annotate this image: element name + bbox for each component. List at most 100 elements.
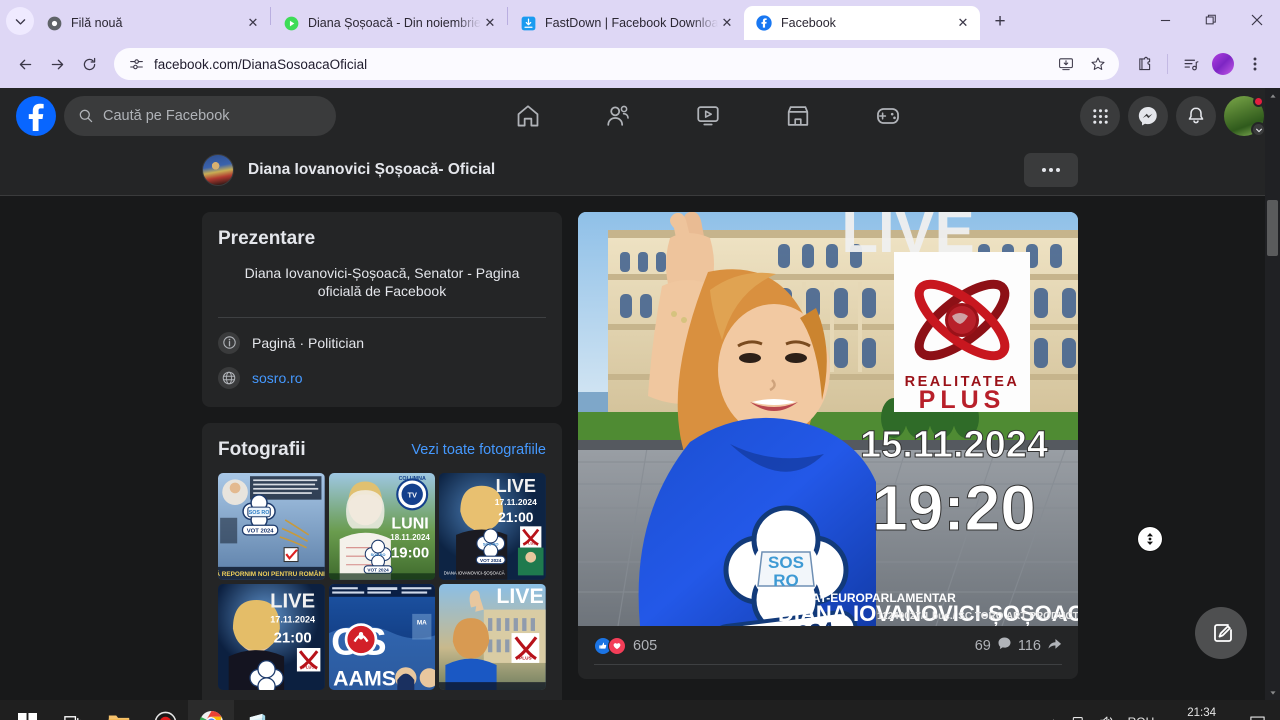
- notifications-bell-icon[interactable]: [1176, 96, 1216, 136]
- messenger-icon[interactable]: [1128, 96, 1168, 136]
- volume-icon[interactable]: [1093, 700, 1119, 720]
- video-icon[interactable]: [684, 96, 732, 136]
- install-app-icon[interactable]: [1051, 49, 1081, 79]
- info-icon: [218, 331, 240, 354]
- about-category-row[interactable]: Pagină · Politician: [218, 331, 546, 354]
- profile-avatar-button[interactable]: [1208, 49, 1238, 79]
- post-action-bar[interactable]: [578, 665, 1078, 679]
- svg-text:MA: MA: [416, 619, 426, 626]
- start-button[interactable]: [4, 700, 50, 720]
- extensions-icon[interactable]: [1129, 49, 1159, 79]
- chrome-button[interactable]: [188, 700, 234, 720]
- photo-thumbnail[interactable]: SOS RO VOT 2024 SĂ REPORNIM NOI PENTRU R…: [218, 472, 325, 580]
- play-green-icon: [283, 15, 299, 31]
- clock-time: 21:34: [1187, 707, 1217, 720]
- photo-thumbnail[interactable]: OS AAMSE MA: [328, 583, 436, 691]
- see-all-photos-link[interactable]: Vezi toate fotografiile: [411, 442, 546, 458]
- love-reaction-icon: [608, 637, 626, 655]
- svg-text:SOS RO: SOS RO: [483, 541, 499, 546]
- window-controls: [1142, 0, 1280, 40]
- marketplace-icon[interactable]: [774, 96, 822, 136]
- search-placeholder: Caută pe Facebook: [103, 108, 230, 124]
- search-icon: [78, 108, 94, 124]
- svg-text:SĂ REPORNIM NOI PENTRU ROMÂNIA: SĂ REPORNIM NOI PENTRU ROMÂNIA!: [218, 569, 325, 578]
- chrome-menu-icon[interactable]: [1240, 49, 1270, 79]
- window-minimize-button[interactable]: [1142, 0, 1188, 40]
- show-hidden-icons-button[interactable]: [1041, 700, 1067, 720]
- scroll-up-arrow-icon[interactable]: [1265, 88, 1280, 103]
- new-tab-button[interactable]: +: [986, 8, 1014, 36]
- tab-close-icon[interactable]: ✕: [481, 14, 499, 32]
- share-icon: [1047, 636, 1062, 656]
- page-more-options-button[interactable]: [1024, 152, 1078, 187]
- reload-button[interactable]: [74, 49, 104, 79]
- tab-close-icon[interactable]: ✕: [718, 14, 736, 32]
- tab-close-icon[interactable]: ✕: [954, 14, 972, 32]
- task-view-button[interactable]: [50, 700, 96, 720]
- about-website-row[interactable]: sosro.ro: [218, 366, 546, 389]
- chevron-down-icon[interactable]: [1251, 122, 1266, 137]
- bookmark-star-icon[interactable]: [1083, 49, 1113, 79]
- about-card: Prezentare Diana Iovanovici-Șoșoacă, Sen…: [202, 212, 562, 407]
- svg-text:19:00: 19:00: [391, 544, 429, 561]
- photo-thumbnail[interactable]: LIVE PLUS: [439, 583, 546, 691]
- tab-search-chevron-icon[interactable]: [6, 7, 34, 35]
- search-input[interactable]: Caută pe Facebook: [64, 96, 336, 136]
- scroll-down-arrow-icon[interactable]: [1265, 685, 1280, 700]
- svg-text:17.11.2024: 17.11.2024: [270, 614, 315, 624]
- action-center-button[interactable]: [1240, 700, 1274, 720]
- avatar: [1212, 53, 1234, 75]
- page-avatar[interactable]: [202, 153, 234, 186]
- scrollbar-thumb[interactable]: [1267, 200, 1278, 256]
- browser-tab-active[interactable]: Facebook ✕: [744, 6, 980, 40]
- network-icon[interactable]: [1067, 700, 1093, 720]
- photo-thumbnail[interactable]: LIVE 17.11.2024 21:00 PLUS SOS RO VOT 20: [439, 472, 546, 580]
- compose-post-button[interactable]: [1195, 607, 1247, 659]
- photo-thumbnail[interactable]: LIVE 17.11.2024 21:00 PLUS: [218, 583, 325, 691]
- facebook-topbar-right: [1080, 96, 1266, 137]
- screen-recorder-button[interactable]: [142, 700, 188, 720]
- page-header-bar: Diana Iovanovici Șoșoacă- Oficial: [0, 144, 1280, 196]
- post-image[interactable]: LIVE REALITATEA PLUS SOS RO 15.11.2024 1…: [578, 212, 1078, 626]
- svg-text:19:20: 19:20: [872, 472, 1036, 544]
- svg-text:PLUS: PLUS: [526, 541, 537, 545]
- notepad-button[interactable]: [234, 700, 280, 720]
- address-bar[interactable]: facebook.com/DianaSosoacaOficial: [114, 48, 1119, 80]
- media-controls-icon[interactable]: [1176, 49, 1206, 79]
- back-button[interactable]: [10, 49, 40, 79]
- comments-count[interactable]: 69: [975, 638, 991, 654]
- file-explorer-button[interactable]: [96, 700, 142, 720]
- page-scrollbar[interactable]: [1265, 88, 1280, 700]
- about-description: Diana Iovanovici-Șoșoacă, Senator - Pagi…: [244, 265, 520, 300]
- window-maximize-button[interactable]: [1188, 0, 1234, 40]
- tab-close-icon[interactable]: ✕: [244, 14, 262, 32]
- user-avatar[interactable]: [1224, 96, 1266, 137]
- reactions-group[interactable]: 605: [594, 637, 657, 655]
- browser-tab[interactable]: Filă nouă ✕: [34, 6, 270, 40]
- language-indicator[interactable]: ROU: [1119, 715, 1164, 720]
- photo-thumbnail[interactable]: TV COLUMNA LUNI 18.11.2024 19:00 SOS RO …: [328, 472, 436, 580]
- svg-text:TV: TV: [407, 490, 417, 499]
- menu-grid-icon[interactable]: [1080, 96, 1120, 136]
- svg-text:21:00: 21:00: [498, 509, 534, 525]
- svg-text:15.11.2024: 15.11.2024: [860, 424, 1048, 466]
- clock[interactable]: 21:34 18.11.2024: [1163, 706, 1240, 720]
- facebook-logo-icon[interactable]: [16, 96, 56, 136]
- svg-text:PLUS: PLUS: [303, 664, 315, 669]
- friends-icon[interactable]: [594, 96, 642, 136]
- omnibox-actions: [1051, 49, 1113, 79]
- gaming-icon[interactable]: [864, 96, 912, 136]
- forward-button[interactable]: [42, 49, 72, 79]
- browser-tab[interactable]: FastDown | Facebook Downloade ✕: [508, 6, 744, 40]
- page-title[interactable]: Diana Iovanovici Șoșoacă- Oficial: [248, 161, 495, 179]
- toolbar-divider: [1167, 54, 1168, 74]
- site-settings-icon[interactable]: [126, 54, 146, 74]
- about-website-link[interactable]: sosro.ro: [252, 370, 303, 386]
- window-close-button[interactable]: [1234, 0, 1280, 40]
- shares-count[interactable]: 116: [1018, 638, 1041, 654]
- home-icon[interactable]: [504, 96, 552, 136]
- browser-tab[interactable]: Diana Șoșoacă - Din noiembrie ✕: [271, 6, 507, 40]
- svg-text:PLUS: PLUS: [519, 655, 532, 660]
- svg-text:VOT 2024: VOT 2024: [247, 528, 274, 534]
- svg-text:VOT 2024: VOT 2024: [367, 567, 389, 572]
